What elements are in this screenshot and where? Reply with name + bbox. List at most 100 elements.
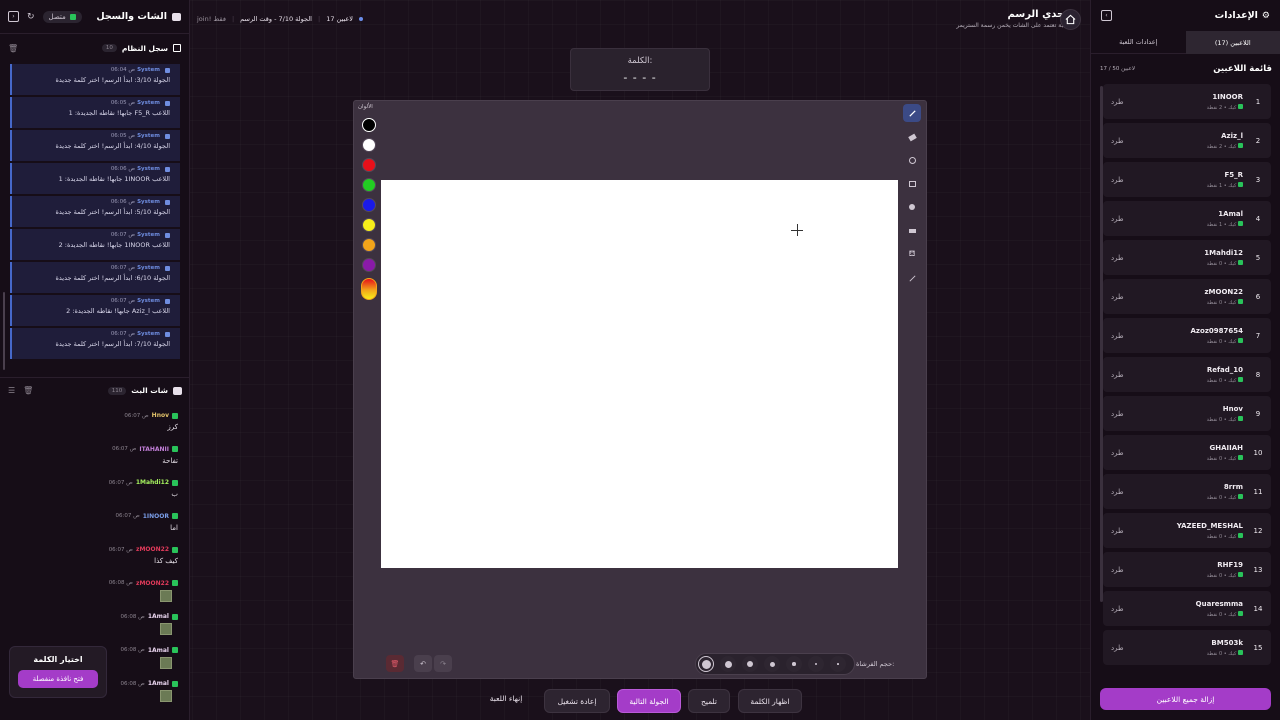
player-name: F5_R bbox=[1224, 170, 1243, 179]
color-swatch[interactable] bbox=[362, 218, 376, 232]
pen-tool[interactable] bbox=[903, 104, 921, 122]
log-meta: 06:07 ص System bbox=[18, 331, 170, 337]
player-info: 1Amal كيك • 1 نقطة bbox=[1207, 210, 1243, 228]
trash-icon[interactable]: 🗑 bbox=[8, 44, 18, 53]
home-button[interactable] bbox=[1060, 9, 1081, 30]
color-swatch[interactable] bbox=[362, 118, 376, 132]
open-separate-window-button[interactable]: فتح نافذة منفصلة bbox=[18, 670, 98, 688]
kick-player-button[interactable]: طرد bbox=[1111, 644, 1124, 652]
player-points-text: كيك • 1 نقطة bbox=[1206, 221, 1237, 228]
color-swatch[interactable] bbox=[362, 158, 376, 172]
kick-player-button[interactable]: طرد bbox=[1111, 176, 1124, 184]
log-scrollbar[interactable] bbox=[3, 292, 5, 370]
kick-icon bbox=[172, 513, 178, 519]
brush-size-option[interactable] bbox=[786, 656, 802, 672]
player-name: Azoz0987654 bbox=[1190, 326, 1243, 335]
next-round-button[interactable]: الجولة التالية bbox=[617, 689, 681, 713]
kick-player-button[interactable]: طرد bbox=[1111, 332, 1124, 340]
end-game-button[interactable]: إنهاء اللعبة bbox=[478, 694, 534, 707]
log-icon bbox=[173, 44, 181, 52]
reveal-word-button[interactable]: اظهار الكلمة bbox=[738, 689, 802, 713]
brush-size-option[interactable] bbox=[742, 656, 758, 672]
fill-bucket-tool[interactable]: ⛾ bbox=[903, 245, 921, 263]
system-icon bbox=[165, 199, 170, 205]
color-swatch[interactable] bbox=[362, 258, 376, 272]
settings-panel: ‹ الإعدادات ⚙ إعدادات اللعبة اللاعبين (1… bbox=[1090, 0, 1280, 720]
chat-meta: 06:07 ص Hnov bbox=[10, 412, 178, 419]
kick-player-button[interactable]: طرد bbox=[1111, 605, 1124, 613]
kick-player-button[interactable]: طرد bbox=[1111, 371, 1124, 379]
brush-size-option[interactable] bbox=[720, 656, 736, 672]
player-points-text: كيك • 0 نقطة bbox=[1206, 533, 1237, 540]
player-info: 8rrm كيك • 0 نقطة bbox=[1207, 483, 1243, 501]
log-entry: 06:07 ص System الجولة 6/10: ابدأ الرسم! اخ… bbox=[10, 262, 180, 293]
chat-meta: 06:08 ص 1Amal bbox=[10, 613, 178, 620]
log-meta: 06:07 ص System bbox=[18, 265, 170, 271]
kick-player-button[interactable]: طرد bbox=[1111, 488, 1124, 496]
restart-button[interactable]: إعادة تشغيل bbox=[544, 689, 610, 713]
kick-player-button[interactable]: طرد bbox=[1111, 137, 1124, 145]
collapse-panel-icon[interactable]: › bbox=[8, 11, 19, 22]
collapse-panel-icon[interactable]: ‹ bbox=[1101, 10, 1112, 21]
redo-button[interactable]: ↷ bbox=[434, 655, 452, 672]
chat-meta: 06:07 ص 1INOOR bbox=[10, 513, 178, 520]
color-swatch[interactable] bbox=[362, 178, 376, 192]
tab-game-settings[interactable]: إعدادات اللعبة bbox=[1091, 31, 1186, 54]
player-row: طرد 1Mahdi12 كيك • 0 نقطة 5 bbox=[1103, 240, 1271, 275]
brush-size-option[interactable] bbox=[764, 656, 780, 672]
color-swatch[interactable] bbox=[362, 238, 376, 252]
refresh-icon[interactable]: ↻ bbox=[27, 12, 35, 22]
brush-size-option[interactable] bbox=[830, 656, 846, 672]
kick-icon bbox=[172, 446, 178, 452]
chat-time: 06:08 ص bbox=[120, 647, 145, 653]
color-swatch[interactable] bbox=[362, 198, 376, 212]
eraser-tool[interactable] bbox=[903, 128, 921, 146]
player-info: F5_R كيك • 1 نقطة bbox=[1207, 171, 1243, 189]
player-name: Hnov bbox=[1222, 404, 1243, 413]
log-time: 06:07 ص bbox=[110, 265, 136, 271]
log-count-badge: 10 bbox=[101, 44, 117, 52]
drawing-canvas[interactable] bbox=[381, 180, 898, 568]
kick-player-button[interactable]: طرد bbox=[1111, 98, 1124, 106]
filled-circle-tool[interactable] bbox=[903, 198, 921, 216]
system-log-header: 🗑 10 سجل النظام bbox=[0, 35, 189, 61]
kick-icon bbox=[172, 479, 178, 486]
kick-player-button[interactable]: طرد bbox=[1111, 215, 1124, 223]
kick-player-button[interactable]: طرد bbox=[1111, 449, 1124, 457]
kick-icon bbox=[172, 580, 178, 586]
brush-dot-icon bbox=[724, 660, 732, 668]
word-mask: - - - - bbox=[623, 71, 657, 84]
undo-button[interactable]: ↶ bbox=[414, 655, 432, 672]
custom-color-picker[interactable] bbox=[361, 278, 377, 300]
kick-player-button[interactable]: طرد bbox=[1111, 566, 1124, 574]
player-name: 1Amal bbox=[1218, 209, 1243, 218]
filled-rectangle-tool[interactable] bbox=[903, 222, 921, 240]
kick-player-button[interactable]: طرد bbox=[1111, 527, 1124, 535]
chat-text: ب bbox=[171, 490, 178, 498]
kick-player-button[interactable]: طرد bbox=[1111, 293, 1124, 301]
line-tool[interactable] bbox=[903, 269, 921, 287]
chat-message: 06:07 ص ITAHANII تفاحة bbox=[0, 441, 190, 475]
trash-icon[interactable]: 🗑 bbox=[23, 386, 33, 395]
player-row: طرد Refad_10 كيك • 0 نقطة 8 bbox=[1103, 357, 1271, 392]
tab-players[interactable]: اللاعبين (17) bbox=[1185, 31, 1280, 54]
pick-word-title: اختيار الكلمة bbox=[33, 655, 83, 664]
list-icon[interactable]: ☰ bbox=[8, 386, 15, 395]
chat-username: 1Amal bbox=[147, 646, 169, 654]
hint-button[interactable]: تلميح bbox=[688, 689, 730, 713]
clear-canvas-button[interactable]: 🗑 bbox=[386, 655, 404, 672]
brush-size-label: حجم الفرشاة: bbox=[856, 660, 895, 668]
brush-size-option[interactable] bbox=[808, 656, 824, 672]
gear-icon: ⚙ bbox=[1261, 10, 1270, 21]
brush-size-option[interactable] bbox=[698, 656, 714, 672]
rectangle-tool[interactable] bbox=[903, 175, 921, 193]
remove-all-players-button[interactable]: إزالة جميع اللاعبين bbox=[1100, 688, 1271, 710]
system-log-list[interactable]: 06:04 ص System الجولة 3/10: ابدأ الرسم! اخ… bbox=[0, 64, 190, 361]
player-row: طرد F5_R كيك • 1 نقطة 3 bbox=[1103, 162, 1271, 197]
chat-time: 06:07 ص bbox=[108, 479, 133, 486]
circle-tool[interactable] bbox=[903, 151, 921, 169]
player-points: كيك • 0 نقطة bbox=[1207, 571, 1243, 579]
kick-player-button[interactable]: طرد bbox=[1111, 410, 1124, 418]
color-swatch[interactable] bbox=[362, 138, 376, 152]
kick-player-button[interactable]: طرد bbox=[1111, 254, 1124, 262]
